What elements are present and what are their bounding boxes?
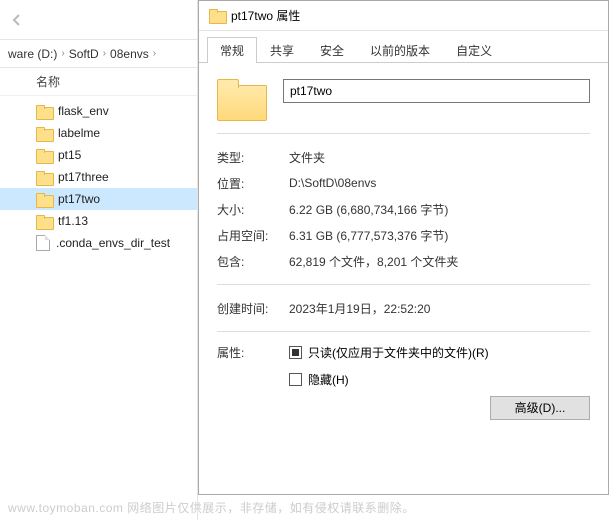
folder-icon [36,127,52,140]
value-type: 文件夹 [289,149,325,166]
folder-icon [36,105,52,118]
folder-icon [36,215,52,228]
tab-previous-versions[interactable]: 以前的版本 [357,37,443,63]
label-location: 位置: [217,175,289,192]
folder-icon [36,171,52,184]
advanced-button[interactable]: 高级(D)... [490,396,590,420]
breadcrumb-segment[interactable]: ware (D:) [8,47,57,61]
list-item[interactable]: tf1.13 [0,210,197,232]
chevron-right-icon: › [61,48,64,59]
tab-sharing[interactable]: 共享 [257,37,307,63]
properties-dialog: pt17two 属性 常规 共享 安全 以前的版本 自定义 类型:文件夹 位置:… [198,0,609,495]
label-type: 类型: [217,149,289,166]
breadcrumb-segment[interactable]: 08envs [110,47,149,61]
titlebar[interactable]: pt17two 属性 [199,1,608,31]
column-header-name[interactable]: 名称 [0,68,197,96]
list-item[interactable]: labelme [0,122,197,144]
divider [217,331,590,332]
readonly-checkbox[interactable] [289,346,302,359]
breadcrumb[interactable]: ware (D:) › SoftD › 08envs › [0,40,197,68]
file-name: labelme [58,126,100,140]
label-created: 创建时间: [217,300,289,317]
explorer-nav [0,0,197,40]
dialog-title: pt17two 属性 [231,7,300,24]
folder-name-input[interactable] [283,79,590,103]
list-item[interactable]: flask_env [0,100,197,122]
divider [217,133,590,134]
file-name: .conda_envs_dir_test [56,236,170,250]
folder-icon [36,149,52,162]
properties-body: 类型:文件夹 位置:D:\SoftD\08envs 大小:6.22 GB (6,… [199,63,608,494]
file-icon [36,235,50,251]
value-size-on-disk: 6.31 GB (6,777,573,376 字节) [289,227,448,244]
tab-security[interactable]: 安全 [307,37,357,63]
value-location: D:\SoftD\08envs [289,176,376,190]
tab-customize[interactable]: 自定义 [443,37,505,63]
folder-icon [209,9,225,22]
back-arrow-icon[interactable] [6,9,28,31]
file-name: pt17three [58,170,109,184]
chevron-right-icon: › [153,48,156,59]
label-attributes: 属性: [217,344,289,361]
list-item[interactable]: .conda_envs_dir_test [0,232,197,254]
file-list: flask_env labelme pt15 pt17three pt17two… [0,96,197,258]
value-created: 2023年1月19日，22:52:20 [289,300,430,317]
divider [217,284,590,285]
folder-icon [36,193,52,206]
hidden-label: 隐藏(H) [308,371,349,388]
value-size: 6.22 GB (6,680,734,166 字节) [289,201,448,218]
file-explorer: ware (D:) › SoftD › 08envs › 名称 flask_en… [0,0,198,520]
value-contains: 62,819 个文件，8,201 个文件夹 [289,253,458,270]
label-size: 大小: [217,201,289,218]
readonly-label: 只读(仅应用于文件夹中的文件)(R) [308,344,489,361]
file-name: pt15 [58,148,81,162]
list-item[interactable]: pt17two [0,188,197,210]
file-name: tf1.13 [58,214,88,228]
tab-general[interactable]: 常规 [207,37,257,63]
breadcrumb-segment[interactable]: SoftD [69,47,99,61]
list-item[interactable]: pt17three [0,166,197,188]
label-contains: 包含: [217,253,289,270]
label-size-on-disk: 占用空间: [217,227,289,244]
file-name: pt17two [58,192,100,206]
folder-large-icon [217,79,265,119]
file-name: flask_env [58,104,109,118]
watermark-text: www.toymoban.com 网络图片仅供展示，非存储，如有侵权请联系删除。 [0,499,609,516]
hidden-checkbox[interactable] [289,373,302,386]
chevron-right-icon: › [103,48,106,59]
list-item[interactable]: pt15 [0,144,197,166]
tab-strip: 常规 共享 安全 以前的版本 自定义 [199,35,608,63]
